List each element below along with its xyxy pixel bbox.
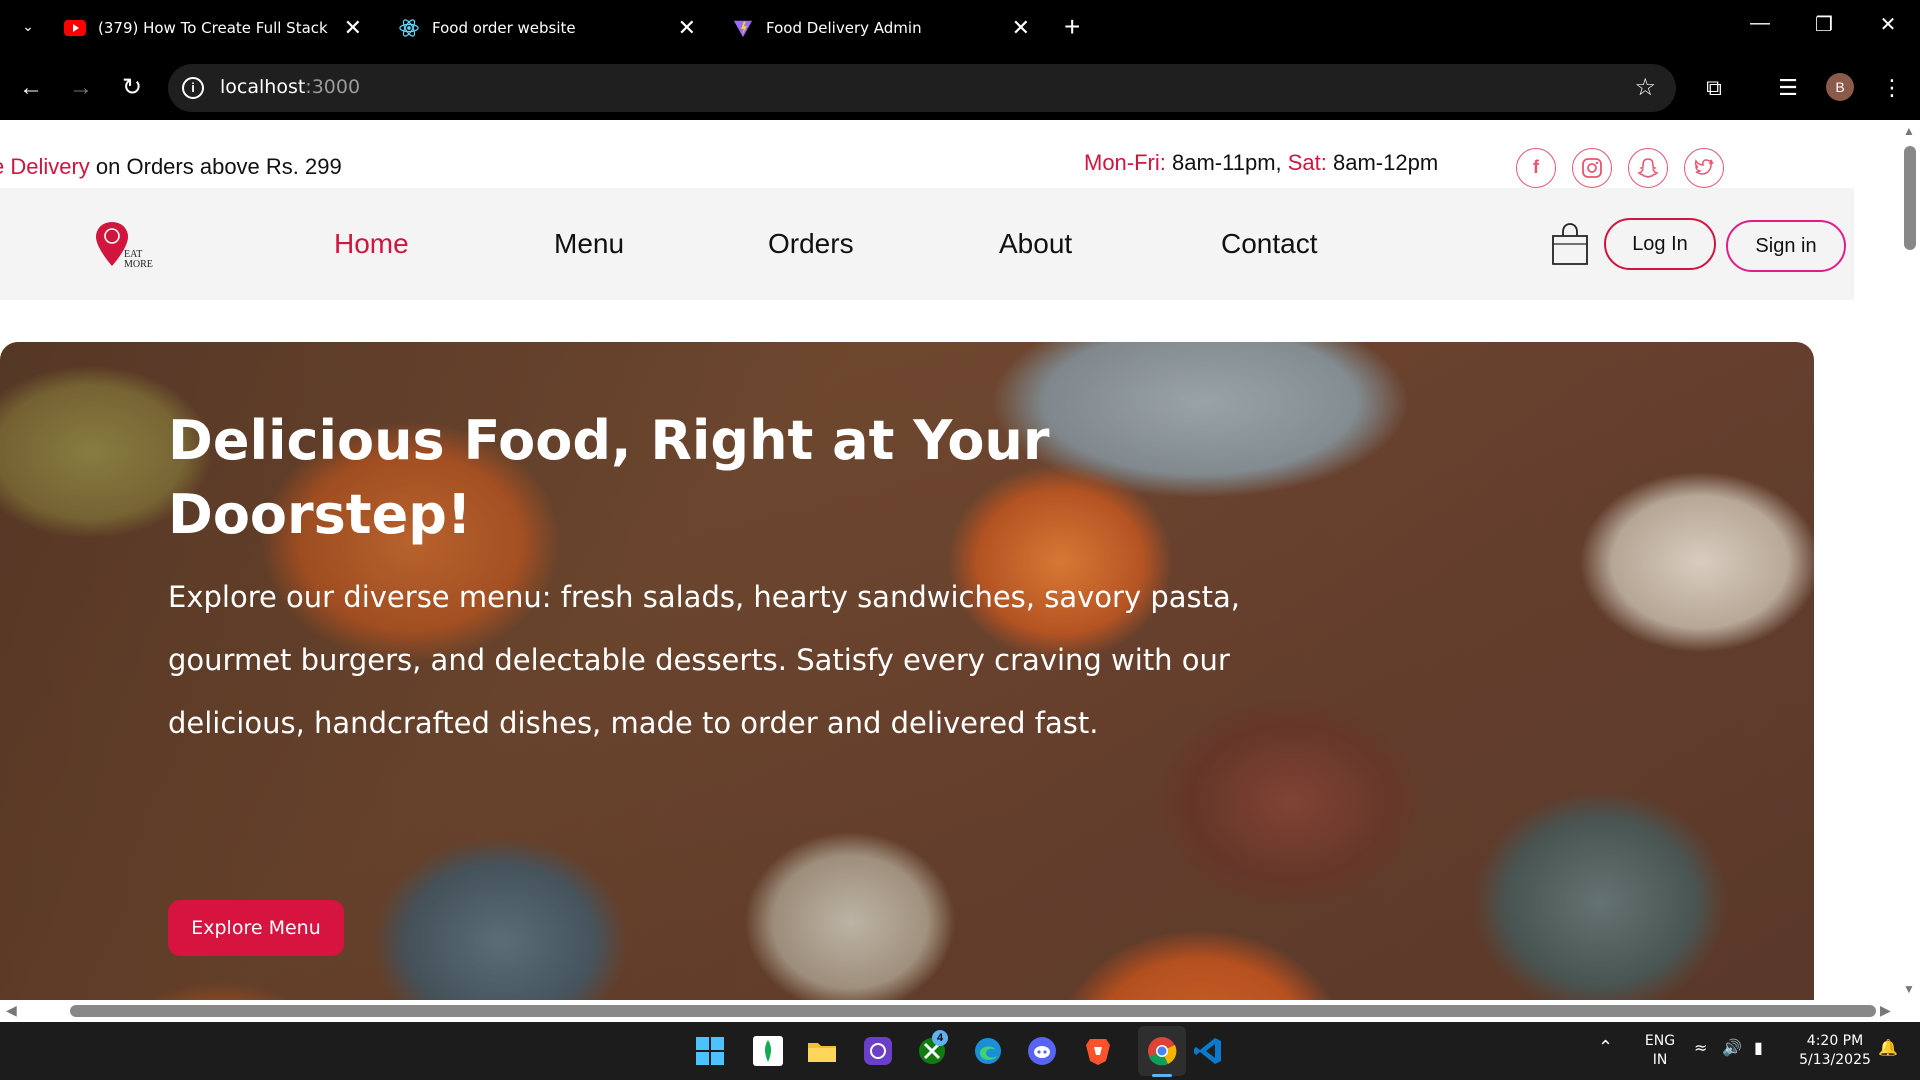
tab-youtube[interactable]: (379) How To Create Full Stack Foo ✕ [56, 8, 386, 48]
clock[interactable]: 4:20 PM 5/13/2025 [1790, 1032, 1880, 1070]
battery-icon[interactable]: ▮ [1754, 1038, 1763, 1057]
nav-orders[interactable]: Orders [768, 228, 854, 260]
vscode-icon[interactable] [1192, 1035, 1224, 1067]
profile-avatar[interactable]: B [1826, 73, 1854, 101]
notifications-icon[interactable]: 🔔 [1878, 1038, 1898, 1057]
react-icon [399, 19, 419, 37]
scrollbar-thumb[interactable] [70, 1005, 1876, 1017]
free-delivery-banner: e Delivery on Orders above Rs. 299 [0, 154, 342, 179]
address-bar[interactable]: i localhost:3000 ☆ [168, 64, 1676, 112]
vite-icon [733, 20, 753, 38]
mongodb-icon[interactable] [752, 1035, 784, 1067]
vertical-scrollbar[interactable]: ▲ ▼ [1900, 120, 1920, 1000]
nav-contact[interactable]: Contact [1221, 228, 1318, 260]
windows-taskbar: 4 ⌃ ENG IN ≈ 🔊 ▮ 4:20 PM 5/13/2025 🔔 [0, 1022, 1920, 1080]
youtube-icon [64, 20, 86, 36]
scrollbar-thumb[interactable] [1904, 146, 1916, 250]
snapchat-icon[interactable] [1628, 148, 1668, 188]
windows-start-icon[interactable] [694, 1035, 726, 1067]
hero-banner: Delicious Food, Right at Your Doorstep! … [0, 342, 1814, 1000]
tab-title: (379) How To Create Full Stack Foo [98, 19, 333, 37]
volume-icon[interactable]: 🔊 [1722, 1038, 1742, 1057]
page-viewport: e Delivery on Orders above Rs. 299 Mon-F… [0, 120, 1900, 1000]
nav-about[interactable]: About [999, 228, 1072, 260]
photos-app-icon[interactable] [862, 1035, 894, 1067]
back-icon[interactable]: ← [15, 72, 47, 104]
site-navbar: EAT MORE Home Menu Orders About Contact … [0, 188, 1854, 300]
wifi-icon[interactable]: ≈ [1694, 1038, 1707, 1057]
menu-kebab-icon[interactable]: ⋮ [1876, 72, 1908, 104]
tray-overflow-chevron-icon[interactable]: ⌃ [1598, 1038, 1613, 1057]
horizontal-scrollbar[interactable]: ◀ ▶ [0, 1000, 1920, 1022]
twitter-icon[interactable] [1684, 148, 1724, 188]
chrome-icon[interactable] [1146, 1035, 1178, 1067]
extensions-icon[interactable]: ⧉ [1698, 72, 1730, 104]
shopping-bag-icon[interactable] [1550, 222, 1590, 266]
scroll-down-icon[interactable]: ▼ [1903, 982, 1915, 996]
xbox-badge: 4 [932, 1030, 948, 1046]
forward-icon[interactable]: → [65, 72, 97, 104]
reload-icon[interactable]: ↻ [116, 72, 148, 104]
active-indicator [1152, 1074, 1172, 1077]
tab-close-icon[interactable]: ✕ [678, 8, 696, 48]
window-close-icon[interactable]: ✕ [1868, 12, 1908, 37]
tab-title: Food order website [432, 19, 576, 37]
scroll-up-icon[interactable]: ▲ [1903, 124, 1915, 138]
nav-home[interactable]: Home [334, 228, 409, 260]
tab-title: Food Delivery Admin [766, 19, 922, 37]
new-tab-icon[interactable]: + [1064, 12, 1080, 42]
tab-food-order-website[interactable]: Food order website ✕ [390, 8, 720, 48]
edge-icon[interactable] [972, 1035, 1004, 1067]
nav-menu[interactable]: Menu [554, 228, 624, 260]
opening-hours: Mon-Fri: 8am-11pm, Sat: 8am-12pm [1084, 150, 1439, 175]
logo-text: EAT MORE [124, 249, 153, 270]
instagram-icon[interactable] [1572, 148, 1612, 188]
tab-food-delivery-admin[interactable]: Food Delivery Admin ✕ [724, 8, 1054, 48]
login-button[interactable]: Log In [1604, 218, 1716, 270]
tab-close-icon[interactable]: ✕ [344, 8, 362, 48]
minimize-icon[interactable]: — [1740, 12, 1780, 35]
facebook-icon[interactable]: f [1516, 148, 1556, 188]
browser-toolbar: ← → ↻ i localhost:3000 ☆ ⧉ ☰ B ⋮ [0, 56, 1920, 120]
tab-close-icon[interactable]: ✕ [1012, 8, 1030, 48]
scroll-right-icon[interactable]: ▶ [1880, 1002, 1891, 1019]
explore-menu-button[interactable]: Explore Menu [168, 900, 344, 956]
signin-button[interactable]: Sign in [1726, 220, 1846, 272]
tab-search-chevron-icon[interactable]: ⌄ [16, 14, 40, 38]
browser-tab-bar: ⌄ (379) How To Create Full Stack Foo ✕ F… [0, 0, 1920, 56]
url-text[interactable]: localhost:3000 [220, 76, 360, 98]
file-explorer-icon[interactable] [806, 1035, 838, 1067]
bookmark-star-icon[interactable]: ☆ [1634, 73, 1656, 102]
language-indicator[interactable]: ENG IN [1640, 1032, 1680, 1070]
scroll-left-icon[interactable]: ◀ [6, 1002, 17, 1019]
hero-title: Delicious Food, Right at Your Doorstep! [168, 409, 1050, 546]
media-control-icon[interactable]: ☰ [1772, 72, 1804, 104]
hero-description: Explore our diverse menu: fresh salads, … [168, 580, 1240, 740]
site-info-icon[interactable]: i [182, 77, 204, 99]
restore-icon[interactable]: ❐ [1804, 12, 1844, 37]
discord-icon[interactable] [1026, 1035, 1058, 1067]
brave-icon[interactable] [1082, 1035, 1114, 1067]
